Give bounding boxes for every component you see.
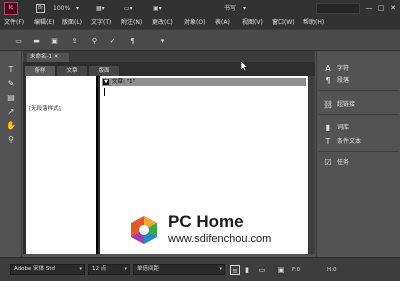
paragraph-icon: ¶ — [325, 76, 331, 85]
type-tool-icon[interactable]: T — [6, 65, 16, 75]
panel-paragraph[interactable]: ¶ 段落 — [317, 75, 400, 86]
new-document-icon[interactable]: ▭ — [14, 37, 23, 46]
menu-changes[interactable]: 更改(C) — [152, 18, 173, 28]
incopy-logo: Ic — [4, 2, 18, 15]
zoom-tool-icon[interactable]: ⚲ — [6, 135, 16, 145]
workspace-dropdown-icon[interactable]: ▾ — [243, 4, 246, 13]
chevron-down-icon: ▾ — [79, 266, 82, 272]
document-tab-bar: 未命名-1 ✕ — [23, 51, 315, 62]
panel-divider — [319, 151, 399, 152]
minimize-button[interactable]: — — [364, 3, 374, 13]
assignments-icon: ☑ — [324, 158, 332, 167]
panel-label: 字符 — [337, 65, 350, 72]
line-spacing-dropdown[interactable]: 单倍间距 ▾ — [133, 264, 225, 275]
status-bar: Adobe 宋体 Std ▾ 12 点 ▾ 单倍间距 ▾ ≡ ▮ ▭ ▣ F:0… — [0, 257, 400, 281]
menu-bar: 文件(F) 编辑(E) 版面(L) 文字(T) 附注(N) 更改(C) 对象(O… — [0, 17, 400, 29]
menu-table[interactable]: 表(A) — [215, 18, 230, 28]
view-options-icon[interactable]: ▦▾ — [96, 4, 105, 13]
title-bar: Ic Br 100% ▾ ▦▾ ▭▾ ▣▾ 书写 ▾ — □ ✕ — [0, 0, 400, 17]
maximize-button[interactable]: □ — [376, 3, 386, 13]
options-icon[interactable]: ▾ — [158, 37, 167, 46]
menu-help[interactable]: 帮助(H) — [303, 18, 324, 28]
open-folder-icon[interactable]: ▬ — [32, 37, 41, 46]
pc-home-logo-icon — [131, 216, 157, 244]
menu-file[interactable]: 文件(F) — [4, 18, 24, 28]
character-icon: A — [325, 64, 331, 73]
font-size-value: 12 点 — [92, 266, 107, 272]
tab-galley[interactable]: 条样 — [25, 66, 55, 76]
save-icon[interactable]: ▣ — [50, 37, 59, 46]
text-caret — [104, 88, 105, 96]
paragraph-style-column: [无段落样式] — [26, 76, 98, 254]
panel-conditional-text[interactable]: T 条件文本 — [317, 136, 400, 147]
panel-label: 任务 — [337, 159, 350, 166]
font-dropdown[interactable]: Adobe 宋体 Std ▾ — [10, 264, 85, 275]
watermark-title: PC Home — [168, 212, 244, 231]
panel-divider — [319, 114, 399, 115]
hand-tool-icon[interactable]: ✋ — [6, 121, 16, 131]
note-tool-icon[interactable]: ▤ — [6, 93, 16, 103]
vertical-scrollbar[interactable] — [309, 76, 315, 254]
spelling-icon[interactable]: ✓ — [108, 37, 117, 46]
chevron-down-icon: ▾ — [219, 266, 222, 272]
menu-view[interactable]: 视图(V) — [242, 18, 263, 28]
font-value: Adobe 宋体 Std — [14, 266, 56, 272]
zoom-level[interactable]: 100% — [53, 4, 70, 13]
story-info-icon[interactable]: ▣ — [276, 265, 286, 275]
watermark-url: www.sdifenchou.com — [168, 233, 272, 245]
document-tab[interactable]: 未命名-1 ✕ — [27, 53, 69, 62]
menu-object[interactable]: 对象(O) — [184, 18, 205, 28]
show-hide-icon[interactable]: ▭ — [257, 265, 267, 275]
export-icon[interactable]: ⇪ — [70, 37, 79, 46]
eyedropper-tool-icon[interactable]: ✎ — [6, 79, 16, 89]
font-size-dropdown[interactable]: 12 点 ▾ — [88, 264, 130, 275]
menu-type[interactable]: 文字(T) — [91, 18, 111, 28]
tab-story[interactable]: 文章 — [57, 66, 87, 76]
panel-thesaurus[interactable]: ▮ 词库 — [317, 122, 400, 133]
workspace-switcher[interactable]: 书写 — [224, 4, 236, 13]
bridge-button[interactable]: Br — [36, 4, 45, 13]
panel-label: 条件文本 — [337, 138, 362, 145]
zoom-dropdown-icon[interactable]: ▾ — [76, 4, 79, 13]
collapse-triangle-icon[interactable]: ▼ — [103, 79, 109, 85]
arrange-icon[interactable]: ▣▾ — [153, 4, 162, 13]
panel-divider — [319, 90, 399, 91]
screen-mode-icon[interactable]: ▭▾ — [124, 4, 133, 13]
paragraph-mark-icon[interactable]: ¶ — [128, 37, 137, 46]
panel-character[interactable]: A 字符 — [317, 63, 400, 74]
story-header[interactable]: ▼ 文章: "1" — [102, 78, 306, 86]
panel-assignments[interactable]: ☑ 任务 — [317, 157, 400, 168]
story-header-label: 文章: "1" — [112, 79, 136, 85]
position-tool-icon[interactable]: ↗ — [6, 107, 16, 117]
mouse-cursor-icon — [241, 61, 248, 71]
menu-notes[interactable]: 附注(N) — [121, 18, 142, 28]
column-view-icon[interactable]: ▮ — [242, 265, 252, 275]
panel-label: 超链接 — [337, 101, 356, 108]
find-icon[interactable]: ⚲ — [90, 37, 99, 46]
paragraph-style-label: [无段落样式] — [29, 106, 61, 112]
thesaurus-icon: ▮ — [325, 123, 331, 132]
menu-window[interactable]: 窗口(W) — [272, 18, 295, 28]
search-input[interactable] — [316, 3, 360, 14]
menu-layout[interactable]: 版面(L) — [62, 18, 82, 28]
h-value: H:0 — [327, 267, 337, 273]
line-numbers-icon[interactable]: ≡ — [230, 265, 240, 275]
conditional-text-icon: T — [325, 137, 331, 146]
panel-label: 词库 — [337, 124, 350, 131]
chevron-down-icon: ▾ — [124, 266, 127, 272]
hyperlink-icon: ⛓ — [323, 100, 334, 109]
panel-dock: A 字符 ¶ 段落 ⛓ 超链接 ▮ 词库 T 条件文本 ☑ 任务 — [316, 51, 400, 257]
close-button[interactable]: ✕ — [388, 3, 398, 13]
f-value: F:0 — [292, 267, 301, 273]
panel-label: 段落 — [337, 77, 350, 84]
tab-layout[interactable]: 版面 — [89, 66, 119, 76]
menu-edit[interactable]: 编辑(E) — [34, 18, 54, 28]
line-spacing-value: 单倍间距 — [137, 266, 160, 272]
tools-panel: T ✎ ▤ ↗ ✋ ⚲ — [0, 51, 22, 257]
control-toolbar: ▭ ▬ ▣ ⇪ ⚲ ✓ ¶ ▾ — [0, 29, 400, 51]
panel-hyperlinks[interactable]: ⛓ 超链接 — [317, 99, 400, 110]
